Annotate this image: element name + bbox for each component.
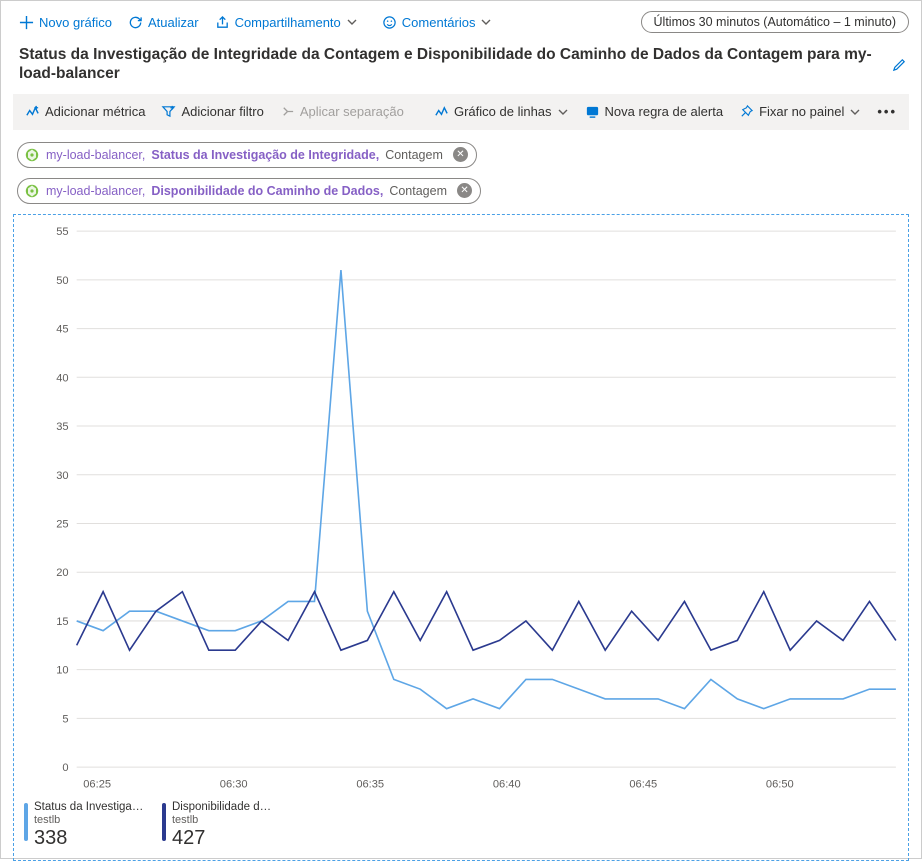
metric-pill[interactable]: my-load-balancer, Disponibilidade do Cam…	[17, 178, 481, 204]
time-range-picker[interactable]: Últimos 30 minutos (Automático – 1 minut…	[641, 11, 909, 33]
chevron-down-icon	[480, 16, 492, 28]
svg-text:06:25: 06:25	[83, 778, 111, 790]
new-chart-button[interactable]: Novo gráfico	[13, 12, 118, 33]
chart-title-row: Status da Investigação de Integridade da…	[13, 39, 909, 94]
refresh-button[interactable]: Atualizar	[122, 12, 205, 33]
share-label: Compartilhamento	[235, 15, 341, 30]
svg-text:10: 10	[56, 664, 68, 676]
line-chart: 0 5 10 15 20 25 30 35 40 45 50 55 06:25 06:30 06:35 06:…	[16, 221, 906, 797]
svg-text:5: 5	[62, 713, 68, 725]
chart-title: Status da Investigação de Integridade da…	[19, 45, 884, 84]
svg-text:06:30: 06:30	[220, 778, 248, 790]
legend-color-bar	[24, 803, 28, 841]
split-icon	[280, 104, 295, 119]
legend-name: Disponibilidade d…	[172, 801, 271, 814]
legend-sub: testlb	[34, 814, 144, 827]
pin-icon	[739, 104, 754, 119]
svg-text:35: 35	[56, 421, 68, 433]
smile-icon	[382, 15, 397, 30]
add-metric-label: Adicionar métrica	[45, 104, 145, 119]
svg-text:06:40: 06:40	[493, 778, 521, 790]
legend-name: Status da Investigaç…	[34, 801, 144, 814]
add-metric-button[interactable]: Adicionar métrica	[17, 98, 153, 125]
add-filter-label: Adicionar filtro	[181, 104, 263, 119]
share-icon	[215, 15, 230, 30]
legend-value: 338	[34, 827, 144, 850]
svg-text:06:50: 06:50	[766, 778, 794, 790]
pill-resource: my-load-balancer,	[46, 184, 145, 198]
alert-icon	[585, 104, 600, 119]
svg-text:06:35: 06:35	[356, 778, 384, 790]
pin-label: Fixar no painel	[759, 104, 844, 119]
filter-icon	[161, 104, 176, 119]
pill-metric: Disponibilidade do Caminho de Dados,	[151, 184, 383, 198]
svg-text:06:45: 06:45	[629, 778, 657, 790]
edit-icon[interactable]	[892, 57, 907, 72]
resource-icon	[24, 147, 40, 163]
legend-value: 427	[172, 827, 271, 850]
legend-sub: testlb	[172, 814, 271, 827]
chart-frame: 0 5 10 15 20 25 30 35 40 45 50 55 06:25 06:30 06:35 06:…	[13, 214, 909, 861]
svg-text:15: 15	[56, 616, 68, 628]
add-metric-icon	[25, 104, 40, 119]
pill-aggregation: Contagem	[385, 148, 443, 162]
pin-dropdown[interactable]: Fixar no painel	[731, 98, 869, 125]
new-alert-button[interactable]: Nova regra de alerta	[577, 98, 732, 125]
svg-text:45: 45	[56, 323, 68, 335]
chart-type-label: Gráfico de linhas	[454, 104, 552, 119]
chevron-down-icon	[557, 106, 569, 118]
svg-text:40: 40	[56, 372, 68, 384]
svg-text:50: 50	[56, 275, 68, 287]
legend-color-bar	[162, 803, 166, 841]
pill-resource: my-load-balancer,	[46, 148, 145, 162]
pill-remove-icon[interactable]: ✕	[453, 147, 468, 162]
refresh-icon	[128, 15, 143, 30]
line-chart-icon	[434, 104, 449, 119]
svg-text:0: 0	[62, 762, 68, 774]
chevron-down-icon	[346, 16, 358, 28]
apply-split-button: Aplicar separação	[272, 98, 412, 125]
svg-text:20: 20	[56, 567, 68, 579]
resource-icon	[24, 183, 40, 199]
new-alert-label: Nova regra de alerta	[605, 104, 724, 119]
share-button[interactable]: Compartilhamento	[209, 12, 364, 33]
chart-legend: Status da Investigaç…testlb338Disponibil…	[16, 797, 906, 854]
more-button[interactable]: •••	[869, 98, 905, 125]
new-chart-label: Novo gráfico	[39, 15, 112, 30]
svg-text:55: 55	[56, 226, 68, 238]
svg-text:25: 25	[56, 518, 68, 530]
svg-text:30: 30	[56, 470, 68, 482]
comments-button[interactable]: Comentários	[376, 12, 499, 33]
pill-metric: Status da Investigação de Integridade,	[151, 148, 379, 162]
add-filter-button[interactable]: Adicionar filtro	[153, 98, 271, 125]
apply-split-label: Aplicar separação	[300, 104, 404, 119]
plus-icon	[19, 15, 34, 30]
top-command-bar: Novo gráfico Atualizar Compartilhamento …	[13, 9, 909, 39]
metric-pill[interactable]: my-load-balancer, Status da Investigação…	[17, 142, 477, 168]
pill-remove-icon[interactable]: ✕	[457, 183, 472, 198]
time-range-label: Últimos 30 minutos (Automático – 1 minut…	[654, 15, 896, 29]
comments-label: Comentários	[402, 15, 476, 30]
metric-pills: my-load-balancer, Status da Investigação…	[13, 130, 909, 214]
refresh-label: Atualizar	[148, 15, 199, 30]
legend-item[interactable]: Status da Investigaç…testlb338	[24, 801, 144, 850]
pill-aggregation: Contagem	[389, 184, 447, 198]
chevron-down-icon	[849, 106, 861, 118]
legend-item[interactable]: Disponibilidade d…testlb427	[162, 801, 271, 850]
metric-toolbar: Adicionar métrica Adicionar filtro Aplic…	[13, 94, 909, 130]
chart-type-dropdown[interactable]: Gráfico de linhas	[426, 98, 577, 125]
